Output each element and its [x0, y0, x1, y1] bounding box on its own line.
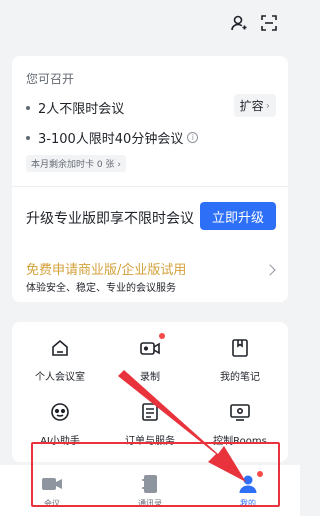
grid-item-personal-room[interactable]: 个人会议室 [20, 336, 100, 383]
chevron-right-icon [264, 264, 276, 276]
scan-icon[interactable] [258, 12, 280, 34]
info-icon[interactable]: i [187, 132, 199, 143]
feature-item-text: 3-100人限时40分钟会议 [38, 132, 184, 147]
chevron-right-icon: › [265, 99, 270, 112]
badge-dot [159, 333, 165, 339]
notes-icon [228, 336, 252, 360]
grid-item-ai-assistant[interactable]: AI小助手 [20, 400, 100, 447]
grid-item-label: 个人会议室 [35, 372, 85, 383]
expand-button-label: 扩容 [239, 99, 264, 113]
addon-card-label: 本月剩余加时卡 0 张 [31, 160, 115, 170]
video-record-icon [138, 333, 165, 360]
bullet [26, 105, 30, 110]
home-icon [48, 336, 72, 360]
feature-item-text: 2人不限时会议 [38, 102, 125, 117]
annotation-arrow-icon [118, 370, 246, 482]
contact-icon[interactable] [228, 12, 250, 34]
bullet [26, 135, 30, 140]
promo-subtitle: 体验安全、稳定、专业的会议服务 [26, 283, 176, 294]
feature-item: 2人不限时会议 [26, 98, 124, 117]
account-card-heading: 您可召开 [26, 72, 75, 86]
addon-card-link[interactable]: 本月剩余加时卡 0 张 › [26, 155, 126, 172]
upgrade-text: 升级专业版即享不限时会议 [26, 211, 194, 227]
upgrade-button[interactable]: 立即升级 [200, 202, 276, 230]
trial-promo-card[interactable]: 免费申请商业版/企业版试用 体验安全、稳定、专业的会议服务 [12, 246, 288, 302]
promo-title: 免费申请商业版/企业版试用 [26, 263, 187, 278]
chevron-right-icon: › [117, 160, 121, 170]
top-bar [0, 0, 300, 52]
divider [12, 186, 288, 187]
expand-button[interactable]: 扩容 › [233, 94, 276, 117]
feature-item: 3-100人限时40分钟会议 i [26, 128, 199, 147]
ai-assistant-icon [48, 400, 72, 424]
